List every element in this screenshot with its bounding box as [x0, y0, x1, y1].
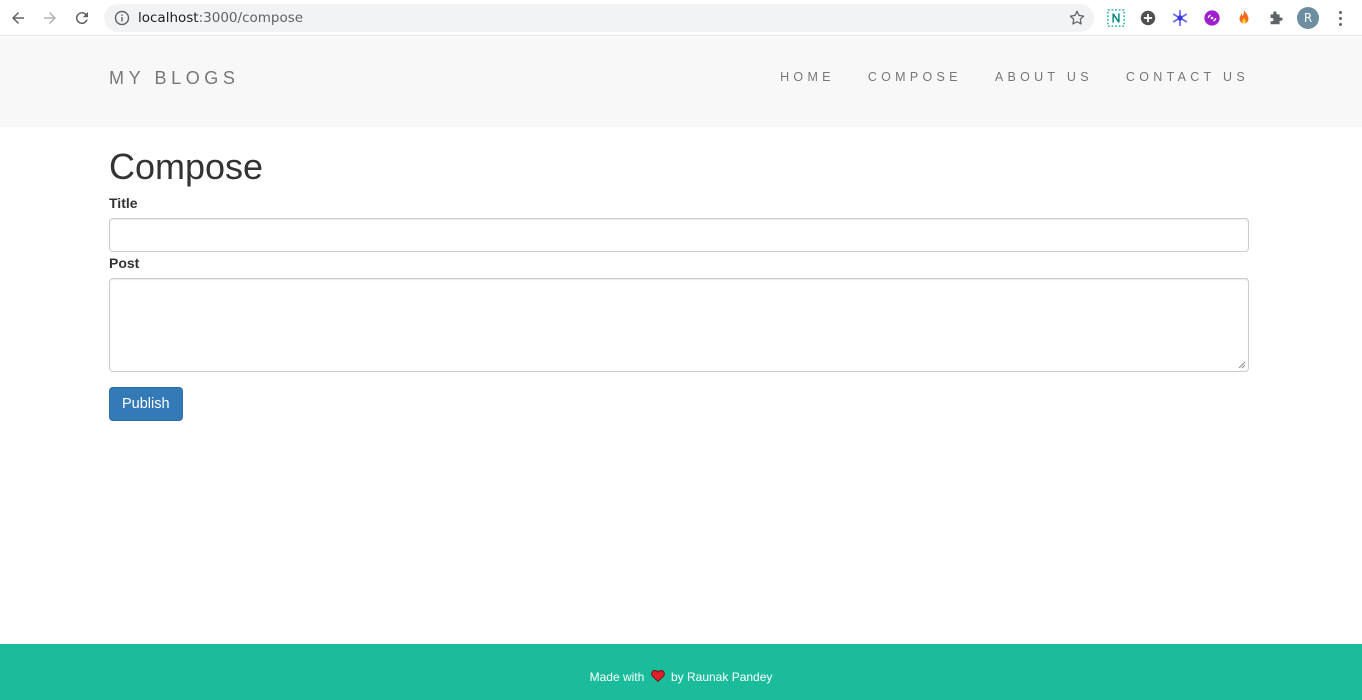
title-input[interactable] [109, 218, 1249, 252]
extension-snowflake-icon[interactable] [1170, 8, 1190, 28]
nav-link-home[interactable]: HOME [780, 70, 835, 84]
extension-flame-icon[interactable] [1234, 8, 1254, 28]
address-bar[interactable]: localhost:3000/compose [104, 4, 1094, 32]
heart-icon [650, 670, 665, 682]
footer-prefix: Made with [589, 670, 645, 684]
avatar-initial: R [1303, 11, 1313, 25]
site-navbar: MY BLOGS HOME COMPOSE ABOUT US CONTACT U… [0, 37, 1362, 127]
url-host: localhost [138, 10, 199, 26]
resize-grip-icon[interactable] [1238, 361, 1246, 369]
profile-avatar[interactable]: R [1297, 7, 1319, 29]
forward-button[interactable] [38, 6, 62, 30]
extensions-puzzle-icon[interactable] [1266, 8, 1286, 28]
footer-credit: Made with by Raunak Pandey [0, 670, 1362, 684]
title-label: Title [109, 195, 138, 211]
bookmark-star-icon[interactable] [1068, 9, 1086, 27]
extension-plus-icon[interactable] [1138, 8, 1158, 28]
arrow-right-icon [44, 12, 56, 24]
menu-kebab-icon[interactable] [1330, 8, 1350, 28]
reload-icon [75, 12, 88, 25]
footer-suffix: by Raunak Pandey [670, 670, 773, 684]
back-button[interactable] [6, 6, 30, 30]
post-label: Post [109, 255, 140, 271]
brand-logo[interactable]: MY BLOGS [109, 68, 240, 89]
nav-links: HOME COMPOSE ABOUT US CONTACT US [747, 70, 1249, 84]
info-icon[interactable] [114, 10, 130, 26]
url-path: :3000/compose [198, 10, 304, 26]
arrow-left-icon [12, 12, 24, 24]
publish-button[interactable]: Publish [109, 387, 183, 421]
page-title: Compose [109, 146, 264, 187]
compose-container: Compose Title Post Publish [109, 127, 1249, 421]
post-textarea[interactable] [109, 278, 1249, 372]
site-footer: Made with by Raunak Pandey [0, 644, 1362, 700]
extension-n-icon[interactable] [1106, 8, 1126, 28]
url-text[interactable]: localhost:3000/compose [138, 10, 303, 26]
nav-link-about[interactable]: ABOUT US [995, 70, 1093, 84]
nav-link-compose[interactable]: COMPOSE [868, 70, 962, 84]
extension-purple-icon[interactable] [1202, 8, 1222, 28]
nav-link-contact[interactable]: CONTACT US [1126, 70, 1249, 84]
reload-button[interactable] [70, 6, 94, 30]
browser-toolbar: localhost:3000/compose R [0, 0, 1362, 36]
